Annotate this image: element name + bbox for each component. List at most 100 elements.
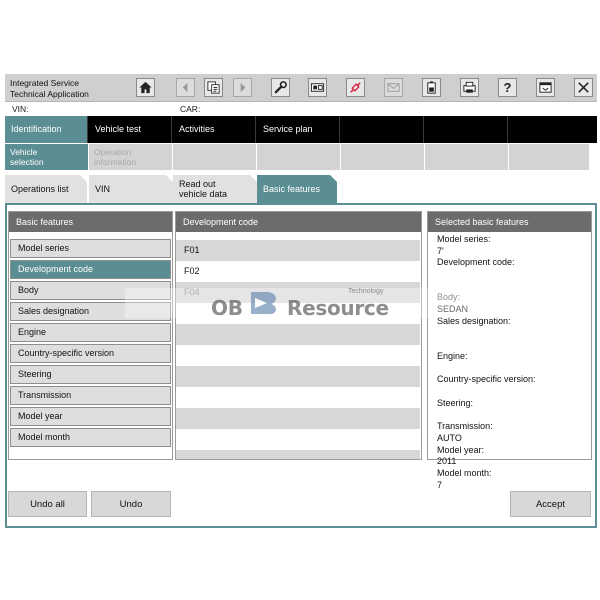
feature-country-specific-version[interactable]: Country-specific version [10, 344, 171, 363]
subnav-empty-5 [341, 144, 424, 170]
connection-button[interactable] [308, 78, 327, 97]
basic-features-header: Basic features [9, 212, 172, 232]
sel-gap-6 [437, 386, 591, 398]
nav-identification[interactable]: Identification [5, 116, 88, 143]
sel-gap-3 [437, 328, 591, 340]
subnav-empty-3 [173, 144, 256, 170]
code-row-empty-7 [176, 366, 420, 387]
sel-model-year-value: 2011 [437, 456, 457, 467]
code-row-empty-6 [176, 345, 420, 366]
main-navigation: Identification Vehicle test Activities S… [5, 116, 597, 143]
code-row-empty-9 [176, 408, 420, 429]
feature-model-year[interactable]: Model year [10, 407, 171, 426]
mail-button[interactable] [384, 78, 403, 97]
sel-gap-1 [437, 269, 591, 281]
undo-all-button[interactable]: Undo all [8, 491, 87, 517]
window-button[interactable] [536, 78, 555, 97]
watermark-text-technology: Technology [348, 288, 384, 295]
sel-model-series-value: 7' [437, 245, 444, 256]
nav-service-plan[interactable]: Service plan [257, 116, 340, 143]
sel-country-label: Country-specific version: [437, 374, 536, 385]
tab-operations-list[interactable]: Operations list [5, 175, 87, 203]
sel-model-year-label: Model year: [437, 444, 485, 455]
mail-icon [387, 83, 400, 92]
print-button[interactable] [460, 78, 479, 97]
watermark-text-resource: Resource [287, 296, 389, 320]
tab-vin[interactable]: VIN [89, 175, 173, 203]
plug-icon [350, 82, 361, 93]
subnav-empty-6 [425, 144, 508, 170]
subnav-operation-information[interactable]: Operation information [89, 144, 172, 170]
development-code-header: Development code [176, 212, 421, 232]
print-icon [463, 81, 476, 93]
subnav-operation-information-line2: information [94, 157, 137, 167]
close-icon [578, 82, 589, 93]
copy-button[interactable] [204, 78, 223, 97]
close-button[interactable] [574, 78, 593, 97]
code-row-f01[interactable]: F01 [176, 240, 420, 261]
tab-bar: Operations list VIN Read out vehicle dat… [5, 175, 597, 203]
code-row-empty-10 [176, 429, 420, 450]
copy-icon [207, 81, 220, 94]
nav-empty-7[interactable] [509, 116, 597, 143]
app-title: Integrated Service Technical Application [10, 78, 89, 100]
car-label: CAR: [180, 104, 201, 114]
feature-steering[interactable]: Steering [10, 365, 171, 384]
development-code-panel: Development code F01 F02 F04 [175, 211, 422, 460]
subnav-vehicle-selection-line1: Vehicle [10, 147, 38, 157]
sel-transmission-label: Transmission: [437, 421, 493, 432]
watermark-text-ob: OB [211, 296, 243, 320]
selected-features-panel: Selected basic features Model series: 7'… [427, 211, 592, 490]
content-frame: Basic features Model series Development … [5, 203, 597, 528]
help-button[interactable]: ? [498, 78, 517, 97]
tab-basic-features[interactable]: Basic features [257, 175, 337, 203]
back-icon [182, 82, 188, 93]
basic-features-panel: Basic features Model series Development … [8, 211, 173, 460]
forward-icon [240, 82, 246, 93]
tab-read-out-vehicle-data[interactable]: Read out vehicle data [173, 175, 257, 203]
feature-model-month[interactable]: Model month [10, 428, 171, 447]
battery-button[interactable] [422, 78, 441, 97]
sel-model-month-label: Model month: [437, 467, 492, 478]
nav-vehicle-test[interactable]: Vehicle test [89, 116, 172, 143]
battery-icon [427, 81, 436, 94]
sub-navigation: Vehicle selection Operation information [5, 144, 597, 172]
wrench-button[interactable] [271, 78, 290, 97]
wrench-icon [274, 81, 287, 94]
sel-engine-label: Engine: [437, 350, 468, 361]
accept-button[interactable]: Accept [510, 491, 591, 517]
feature-development-code[interactable]: Development code [10, 260, 171, 279]
feature-engine[interactable]: Engine [10, 323, 171, 342]
feature-transmission[interactable]: Transmission [10, 386, 171, 405]
tab-read-out-line2: vehicle data [179, 189, 228, 199]
sel-development-code-label: Development code: [437, 257, 515, 268]
subnav-empty-4 [257, 144, 340, 170]
code-row-empty-11 [176, 450, 420, 459]
code-row-f02[interactable]: F02 [176, 261, 420, 282]
undo-button[interactable]: Undo [91, 491, 171, 517]
sel-model-month-value: 7 [437, 479, 443, 490]
forward-button[interactable] [233, 78, 252, 97]
vehicle-info-row: VIN: CAR: [5, 103, 597, 115]
app-title-line1: Integrated Service [10, 78, 79, 88]
watermark-logo-icon [251, 292, 276, 315]
back-button[interactable] [176, 78, 195, 97]
home-button[interactable] [136, 78, 155, 97]
app-title-line2: Technical Application [10, 89, 89, 99]
plug-button[interactable] [346, 78, 365, 97]
subnav-vehicle-selection[interactable]: Vehicle selection [5, 144, 88, 170]
selected-features-list: Model series: 7' Development code: Body:… [428, 232, 591, 491]
subnav-empty-7 [509, 144, 589, 170]
code-row-empty-8 [176, 387, 420, 408]
sel-model-series-label: Model series: [437, 234, 491, 244]
nav-empty-6[interactable] [425, 116, 508, 143]
feature-model-series[interactable]: Model series [10, 239, 171, 258]
home-icon [139, 81, 152, 94]
nav-empty-5[interactable] [341, 116, 424, 143]
vin-label: VIN: [12, 104, 29, 114]
nav-activities[interactable]: Activities [173, 116, 256, 143]
connection-icon [310, 83, 325, 92]
code-row-empty-5 [176, 324, 420, 345]
subnav-operation-information-line1: Operation [94, 147, 132, 157]
header-toolbar: Integrated Service Technical Application [5, 74, 597, 102]
